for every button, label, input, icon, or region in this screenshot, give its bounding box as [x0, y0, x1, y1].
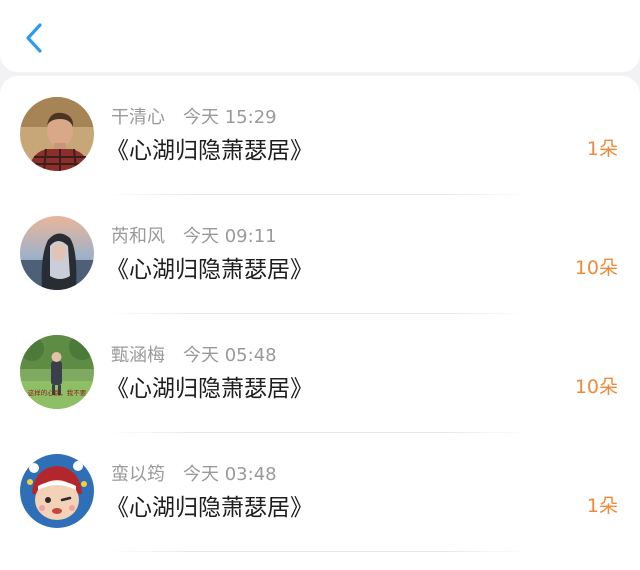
avatar-girl-garden-image: 这样的心跳，我不要	[20, 335, 94, 409]
work-title[interactable]: 《心湖归隐萧瑟居》	[106, 369, 313, 403]
work-title[interactable]: 《心湖归隐萧瑟居》	[106, 131, 313, 165]
avatar[interactable]: 这样的心跳，我不要	[20, 335, 94, 409]
chevron-left-icon	[26, 23, 42, 53]
flower-count: 1朵	[586, 138, 618, 160]
timestamp: 今天 05:48	[183, 345, 277, 366]
row-divider	[108, 551, 528, 552]
avatar[interactable]	[20, 216, 94, 290]
list-item[interactable]: 干清心 今天 15:29 《心湖归隐萧瑟居》 1朵	[0, 76, 640, 195]
timestamp: 今天 03:48	[183, 464, 277, 485]
list-item[interactable]: 这样的心跳，我不要 甄涵梅 今天 05:48 《心湖归隐萧瑟居》 10朵	[0, 314, 640, 433]
timestamp: 今天 09:11	[183, 226, 277, 247]
work-title[interactable]: 《心湖归隐萧瑟居》	[106, 250, 313, 284]
avatar-young-man-image	[20, 97, 94, 171]
user-name[interactable]: 甄涵梅	[111, 345, 165, 366]
top-nav-bar	[0, 0, 640, 72]
list-item[interactable]: 芮和风 今天 09:11 《心湖归隐萧瑟居》 10朵	[0, 195, 640, 314]
flower-count: 1朵	[586, 495, 618, 517]
avatar[interactable]	[20, 454, 94, 528]
work-title[interactable]: 《心湖归隐萧瑟居》	[106, 488, 313, 522]
timestamp: 今天 15:29	[183, 107, 277, 128]
flower-count: 10朵	[574, 376, 618, 398]
list-item[interactable]: 蛮以筠 今天 03:48 《心湖归隐萧瑟居》 1朵	[0, 433, 640, 552]
back-button[interactable]	[20, 20, 50, 56]
user-name[interactable]: 干清心	[111, 107, 165, 128]
meta-line: 芮和风 今天 09:11	[111, 222, 277, 248]
meta-line: 干清心 今天 15:29	[111, 103, 277, 129]
avatar[interactable]	[20, 97, 94, 171]
meta-line: 蛮以筠 今天 03:48	[111, 460, 277, 486]
avatar-caption: 这样的心跳，我不要	[28, 388, 87, 397]
user-name[interactable]: 蛮以筠	[111, 464, 165, 485]
gift-record-list: 干清心 今天 15:29 《心湖归隐萧瑟居》 1朵 芮和风 今天 09:11 《…	[0, 76, 640, 570]
user-name[interactable]: 芮和风	[111, 226, 165, 247]
avatar-cartoon-image	[20, 454, 94, 528]
flower-count: 10朵	[574, 257, 618, 279]
meta-line: 甄涵梅 今天 05:48	[111, 341, 277, 367]
avatar-girl-seaside-image	[20, 216, 94, 290]
